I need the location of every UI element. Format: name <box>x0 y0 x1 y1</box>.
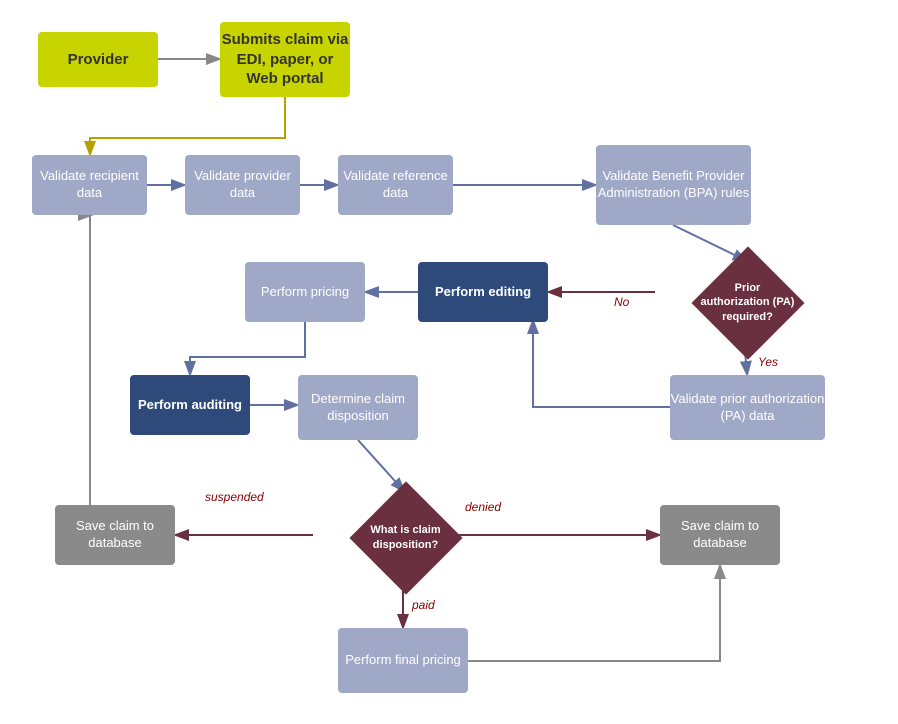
determine-claim-node: Determine claim disposition <box>298 375 418 440</box>
claim-disposition-diamond: What is claim disposition? <box>358 490 453 585</box>
provider-node: Provider <box>38 32 158 87</box>
perform-auditing-node: Perform auditing <box>130 375 250 435</box>
no-label: No <box>614 295 629 309</box>
diagram: Provider Submits claim via EDI, paper, o… <box>0 0 898 724</box>
denied-label: denied <box>465 500 501 514</box>
suspended-label: suspended <box>205 490 264 504</box>
validate-recipient-node: Validate recipient data <box>32 155 147 215</box>
yes-label: Yes <box>758 355 778 369</box>
validate-provider-node: Validate provider data <box>185 155 300 215</box>
submits-claim-node: Submits claim via EDI, paper, or Web por… <box>220 22 350 97</box>
perform-editing-node: Perform editing <box>418 262 548 322</box>
validate-pa-node: Validate prior authorization (PA) data <box>670 375 825 440</box>
save-claim-left-node: Save claim to database <box>55 505 175 565</box>
pa-required-diamond: Prior authorization (PA) required? <box>700 255 795 350</box>
perform-pricing-node: Perform pricing <box>245 262 365 322</box>
validate-bpa-node: Validate Benefit Provider Administration… <box>596 145 751 225</box>
save-claim-right-node: Save claim to database <box>660 505 780 565</box>
perform-final-pricing-node: Perform final pricing <box>338 628 468 693</box>
paid-label: paid <box>412 598 435 612</box>
validate-reference-node: Validate reference data <box>338 155 453 215</box>
